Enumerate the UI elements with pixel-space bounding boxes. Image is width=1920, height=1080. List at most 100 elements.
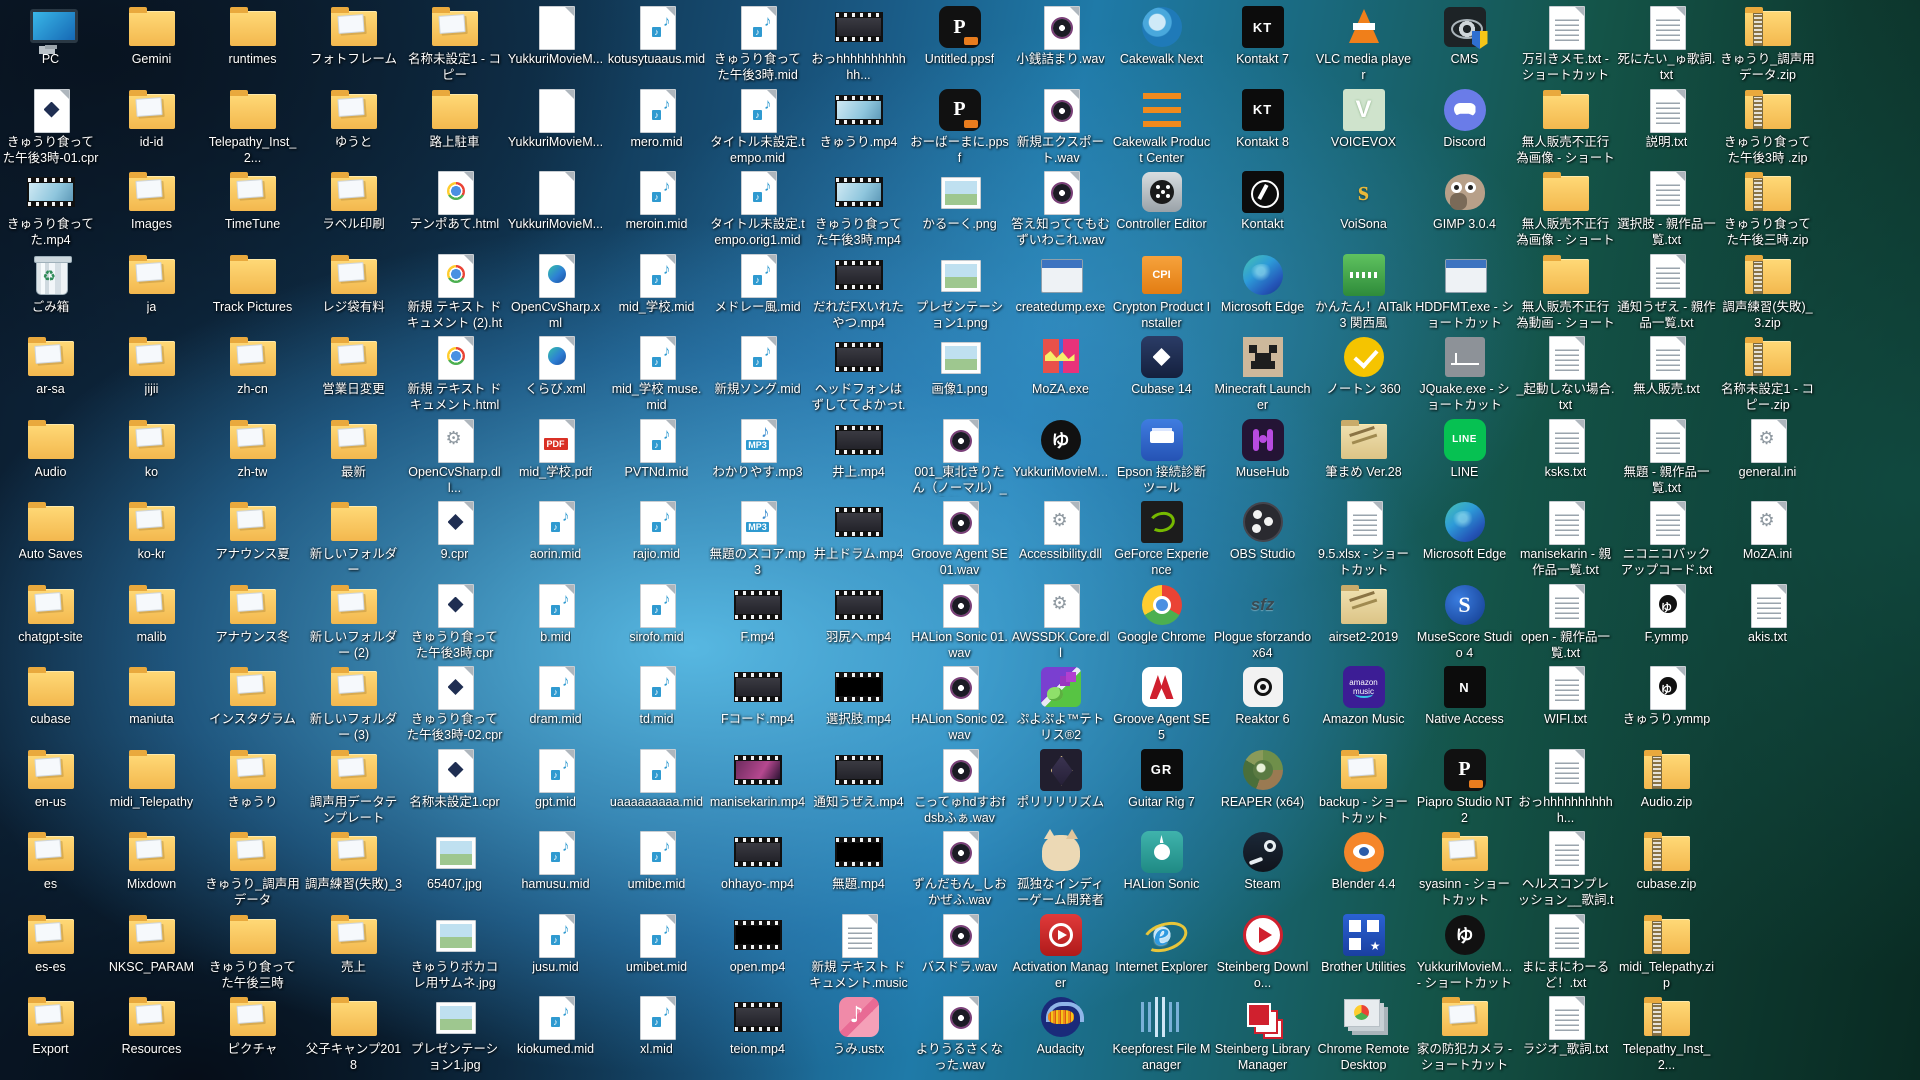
desktop-icon[interactable]: LINELINE: [1414, 415, 1515, 498]
desktop-icon[interactable]: ♪umibet.mid: [606, 910, 707, 993]
desktop-icon[interactable]: 説明.txt: [1616, 85, 1717, 168]
desktop-icon[interactable]: GIMP 3.0.4: [1414, 167, 1515, 250]
desktop-icon[interactable]: 新しいフォルダー: [303, 497, 404, 580]
desktop-icon[interactable]: CPICrypton Product Installer: [1111, 250, 1212, 333]
desktop-icon[interactable]: 無人販売不正行為画像 - ショートカッ...: [1515, 85, 1616, 168]
desktop-icon[interactable]: HALion Sonic 01.wav: [909, 580, 1010, 663]
desktop-icon[interactable]: 調声用データテンプレート: [303, 745, 404, 828]
desktop-icon[interactable]: 孤独なインディーゲーム開発者の一生 ...: [1010, 827, 1111, 910]
desktop-icon[interactable]: Images: [101, 167, 202, 250]
desktop-icon[interactable]: akis.txt: [1717, 580, 1818, 663]
desktop-icon[interactable]: きゅうり.mp4: [808, 85, 909, 168]
desktop-icon[interactable]: manisekarin.mp4: [707, 745, 808, 828]
desktop-icon[interactable]: Fコード.mp4: [707, 662, 808, 745]
desktop-icon[interactable]: id-id: [101, 85, 202, 168]
desktop-icon[interactable]: 通知うぜえ.mp4: [808, 745, 909, 828]
desktop-icon[interactable]: 調声練習(失敗)_3: [303, 827, 404, 910]
desktop-icon[interactable]: 名称未設定1 - コピー.zip: [1717, 332, 1818, 415]
desktop-icon[interactable]: createdump.exe: [1010, 250, 1111, 333]
desktop-icon[interactable]: backup - ショートカット: [1313, 745, 1414, 828]
desktop-icon[interactable]: アナウンス冬: [202, 580, 303, 663]
desktop-icon[interactable]: PDFmid_学校.pdf: [505, 415, 606, 498]
desktop-icon[interactable]: うみ.ustx: [808, 992, 909, 1075]
desktop-icon[interactable]: ニコニコバックアップコード.txt: [1616, 497, 1717, 580]
desktop-icon[interactable]: 新規 テキスト ドキュメント.musicxml: [808, 910, 909, 993]
desktop-icon[interactable]: Minecraft Launcher: [1212, 332, 1313, 415]
desktop-icon[interactable]: 新規 テキスト ドキュメント.html: [404, 332, 505, 415]
desktop-icon[interactable]: 新しいフォルダー (3): [303, 662, 404, 745]
desktop-icon[interactable]: 名称未設定1.cpr: [404, 745, 505, 828]
desktop-icon[interactable]: Steinberg Library Manager: [1212, 992, 1313, 1075]
desktop-icon[interactable]: Audio.zip: [1616, 745, 1717, 828]
desktop-icon[interactable]: Groove Agent SE 5: [1111, 662, 1212, 745]
desktop-icon[interactable]: きゅうり食ってた午後3時 .zip: [1717, 85, 1818, 168]
desktop-icon[interactable]: cubase.zip: [1616, 827, 1717, 910]
desktop-icon[interactable]: ラベル印刷: [303, 167, 404, 250]
desktop-icon[interactable]: NNative Access: [1414, 662, 1515, 745]
desktop-icon[interactable]: Kontakt: [1212, 167, 1313, 250]
desktop-icon[interactable]: syasinn - ショートカット: [1414, 827, 1515, 910]
desktop-icon[interactable]: general.ini: [1717, 415, 1818, 498]
desktop-icon[interactable]: Pおーばーまに.ppsf: [909, 85, 1010, 168]
desktop-icon[interactable]: ♪aorin.mid: [505, 497, 606, 580]
desktop-icon[interactable]: ♪mid_学校.mid: [606, 250, 707, 333]
desktop-icon[interactable]: ♪gpt.mid: [505, 745, 606, 828]
desktop-icon[interactable]: MP3わかりやす.mp3: [707, 415, 808, 498]
desktop-icon[interactable]: ♪b.mid: [505, 580, 606, 663]
desktop-icon[interactable]: 井上.mp4: [808, 415, 909, 498]
desktop-icon[interactable]: HALion Sonic 02.wav: [909, 662, 1010, 745]
desktop-icon[interactable]: 父子キャンプ2018: [303, 992, 404, 1075]
desktop-icon[interactable]: OpenCvSharp.xml: [505, 250, 606, 333]
desktop-icon[interactable]: MuseHub: [1212, 415, 1313, 498]
desktop-icon[interactable]: VVOICEVOX: [1313, 85, 1414, 168]
desktop-icon[interactable]: 新規 テキスト ドキュメント (2).html: [404, 250, 505, 333]
desktop-icon[interactable]: こってゅhdすおf dsbふぁ.wav: [909, 745, 1010, 828]
desktop-icon[interactable]: Telepathy_Inst_2...: [202, 85, 303, 168]
desktop-icon[interactable]: 選択肢.mp4: [808, 662, 909, 745]
desktop-icon[interactable]: HALion Sonic: [1111, 827, 1212, 910]
desktop-icon[interactable]: Microsoft Edge: [1212, 250, 1313, 333]
desktop-icon[interactable]: Mixdown: [101, 827, 202, 910]
desktop-icon[interactable]: _起動しない場合.txt: [1515, 332, 1616, 415]
desktop-icon[interactable]: ♪jusu.mid: [505, 910, 606, 993]
desktop-icon[interactable]: YukkuriMovieM...: [505, 85, 606, 168]
desktop-icon[interactable]: おっhhhhhhhhhhhh...: [808, 2, 909, 85]
desktop-icon[interactable]: 小銭詰まり.wav: [1010, 2, 1111, 85]
desktop-icon[interactable]: KTKontakt 8: [1212, 85, 1313, 168]
desktop-icon[interactable]: CMS: [1414, 2, 1515, 85]
desktop-icon[interactable]: 無人販売不正行為動画 - ショートカット: [1515, 250, 1616, 333]
desktop-icon[interactable]: ゆYukkuriMovieM...: [1010, 415, 1111, 498]
desktop-icon[interactable]: GeForce Experience: [1111, 497, 1212, 580]
desktop-icon[interactable]: 筆まめ Ver.28: [1313, 415, 1414, 498]
desktop-icon[interactable]: malib: [101, 580, 202, 663]
desktop-icon[interactable]: Brother Utilities: [1313, 910, 1414, 993]
desktop-icon[interactable]: くらび.xml: [505, 332, 606, 415]
desktop-icon[interactable]: ラジオ_歌詞.txt: [1515, 992, 1616, 1075]
desktop-icon[interactable]: ♪メドレー風.mid: [707, 250, 808, 333]
desktop-icon[interactable]: Resources: [101, 992, 202, 1075]
desktop-icon[interactable]: cubase: [0, 662, 101, 745]
desktop-icon[interactable]: Telepathy_Inst_2...: [1616, 992, 1717, 1075]
desktop-icon[interactable]: ♪タイトル未設定.tempo.orig1.mid: [707, 167, 808, 250]
desktop-icon[interactable]: Gemini: [101, 2, 202, 85]
desktop-icon[interactable]: ♪dram.mid: [505, 662, 606, 745]
desktop-icon[interactable]: Groove Agent SE 01.wav: [909, 497, 1010, 580]
desktop-icon[interactable]: Keepforest File Manager: [1111, 992, 1212, 1075]
desktop-icon[interactable]: ゆきゅうり.ymmp: [1616, 662, 1717, 745]
desktop-icon[interactable]: es: [0, 827, 101, 910]
desktop-icon[interactable]: ♪xl.mid: [606, 992, 707, 1075]
desktop-icon[interactable]: 名称未設定1 - コピー: [404, 2, 505, 85]
desktop-icon[interactable]: F.mp4: [707, 580, 808, 663]
desktop-icon[interactable]: ksks.txt: [1515, 415, 1616, 498]
desktop-icon[interactable]: Google Chrome: [1111, 580, 1212, 663]
desktop-icon[interactable]: sVoiSona: [1313, 167, 1414, 250]
desktop-icon[interactable]: ♪新規ソング.mid: [707, 332, 808, 415]
desktop-icon[interactable]: きゅうり食ってた午後3時.cpr: [404, 580, 505, 663]
desktop-icon[interactable]: 選択肢 - 親作品一覧.txt: [1616, 167, 1717, 250]
desktop-icon[interactable]: KTKontakt 7: [1212, 2, 1313, 85]
desktop-icon[interactable]: jijii: [101, 332, 202, 415]
desktop-icon[interactable]: まにまにわーるど！.txt: [1515, 910, 1616, 993]
desktop-icon[interactable]: ずんだもん_しおかぜふ.wav: [909, 827, 1010, 910]
desktop-icon[interactable]: manisekarin - 親作品一覧.txt: [1515, 497, 1616, 580]
desktop-icon[interactable]: WIFI.txt: [1515, 662, 1616, 745]
